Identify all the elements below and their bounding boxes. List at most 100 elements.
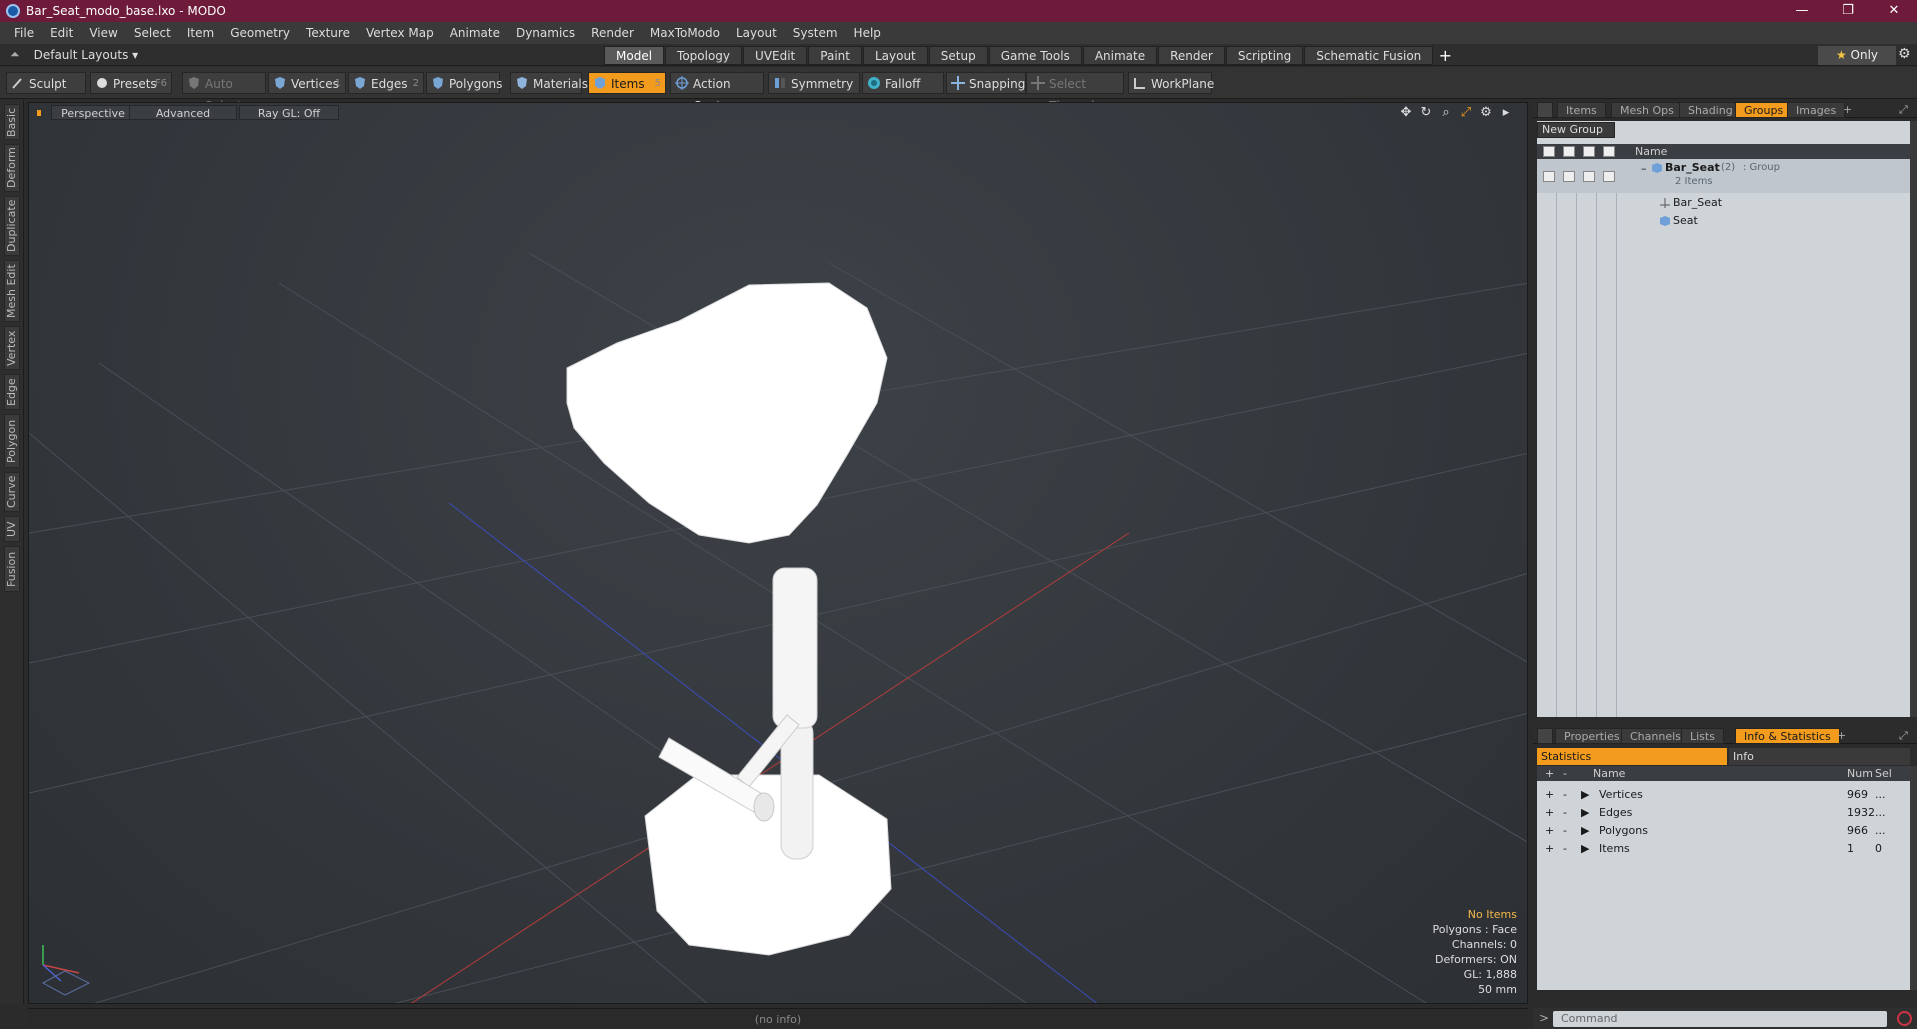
menu-geometry[interactable]: Geometry bbox=[222, 22, 298, 44]
minimize-button[interactable]: — bbox=[1779, 0, 1825, 22]
stat-row[interactable]: + - ▶ Polygons 966 ... bbox=[1537, 822, 1910, 840]
workplane-button[interactable]: WorkPlane bbox=[1128, 72, 1214, 94]
render-toggle-icon[interactable] bbox=[1563, 171, 1575, 182]
group-child-row[interactable]: Seat bbox=[1537, 212, 1910, 230]
command-input[interactable]: Command bbox=[1553, 1011, 1887, 1027]
tab-shading[interactable]: Shading bbox=[1679, 102, 1742, 118]
tab-channels[interactable]: Channels bbox=[1621, 728, 1690, 744]
menu-edit[interactable]: Edit bbox=[42, 22, 81, 44]
groups-scrollbar[interactable] bbox=[1910, 121, 1917, 717]
snapping-button[interactable]: Snapping bbox=[946, 72, 1026, 94]
falloff-button[interactable]: Falloff bbox=[862, 72, 944, 94]
menu-maxtomodo[interactable]: MaxToModo bbox=[642, 22, 728, 44]
menu-system[interactable]: System bbox=[785, 22, 846, 44]
select-column-icon[interactable] bbox=[1603, 146, 1615, 157]
panel-maximize-icon[interactable]: ⤢ bbox=[1891, 102, 1916, 118]
menu-view[interactable]: View bbox=[81, 22, 125, 44]
tab-scripting[interactable]: Scripting bbox=[1225, 46, 1304, 65]
row-expand-icon[interactable]: ▶ bbox=[1581, 824, 1589, 837]
tab-game-tools[interactable]: Game Tools bbox=[988, 46, 1082, 65]
viewport-more-icon[interactable]: ▸ bbox=[1499, 105, 1513, 120]
tab-deform[interactable]: Deform bbox=[4, 144, 20, 192]
tab-vertex[interactable]: Vertex bbox=[4, 326, 20, 370]
tab-render[interactable]: Render bbox=[1158, 46, 1225, 65]
tab-duplicate[interactable]: Duplicate bbox=[4, 196, 20, 256]
menu-animate[interactable]: Animate bbox=[442, 22, 508, 44]
group-child-row[interactable]: Bar_Seat bbox=[1537, 194, 1910, 212]
tab-uv[interactable]: UV bbox=[4, 516, 20, 542]
lock-toggle-icon[interactable] bbox=[1583, 171, 1595, 182]
select-through-button[interactable]: Select Through bbox=[1026, 72, 1124, 113]
tab-topology[interactable]: Topology bbox=[665, 46, 743, 65]
perspective-button[interactable]: Perspective bbox=[51, 105, 135, 120]
only-toggle[interactable]: ★ Only bbox=[1818, 46, 1896, 65]
stat-row[interactable]: + - ▶ Edges 1932 ... bbox=[1537, 804, 1910, 822]
menu-item[interactable]: Item bbox=[179, 22, 222, 44]
eye-icon[interactable] bbox=[1543, 171, 1555, 182]
layouts-dropdown[interactable]: ⏶ Default Layouts ▾ bbox=[10, 47, 138, 62]
menu-dynamics[interactable]: Dynamics bbox=[508, 22, 583, 44]
stats-scrollbar[interactable] bbox=[1910, 766, 1917, 990]
menu-layout[interactable]: Layout bbox=[728, 22, 785, 44]
menu-help[interactable]: Help bbox=[846, 22, 889, 44]
viewport-settings-icon[interactable]: ⚙ bbox=[1479, 105, 1493, 120]
tab-fusion[interactable]: Fusion bbox=[4, 546, 20, 592]
menu-file[interactable]: File bbox=[6, 22, 42, 44]
collapse-icon[interactable]: ⏶ bbox=[10, 47, 20, 62]
pan-icon[interactable]: ✥ bbox=[1399, 105, 1413, 120]
add-tab-button[interactable]: + bbox=[1434, 46, 1456, 65]
menu-render[interactable]: Render bbox=[583, 22, 642, 44]
tab-paint[interactable]: Paint bbox=[808, 46, 862, 65]
viewport-menu-dot[interactable] bbox=[37, 110, 41, 116]
visibility-column-icon[interactable] bbox=[1543, 146, 1555, 157]
tab-groups[interactable]: Groups bbox=[1735, 102, 1793, 118]
row-add-icon[interactable]: + bbox=[1545, 806, 1554, 819]
tab-model[interactable]: Model bbox=[604, 46, 665, 65]
record-macro-icon[interactable] bbox=[1897, 1011, 1912, 1026]
tab-schematic-fusion[interactable]: Schematic Fusion bbox=[1304, 46, 1434, 65]
row-add-icon[interactable]: + bbox=[1545, 842, 1554, 855]
group-expand-icon[interactable]: – bbox=[1641, 162, 1647, 175]
row-remove-icon[interactable]: - bbox=[1563, 842, 1567, 855]
maximize-viewport-icon[interactable]: ⤢ bbox=[1459, 105, 1473, 120]
row-add-icon[interactable]: + bbox=[1545, 788, 1554, 801]
tab-uvedit[interactable]: UVEdit bbox=[743, 46, 808, 65]
tab-mesh-edit[interactable]: Mesh Edit bbox=[4, 260, 20, 322]
new-group-button[interactable]: New Group bbox=[1537, 122, 1615, 138]
tab-info-statistics[interactable]: Info & Statistics bbox=[1735, 728, 1840, 744]
row-expand-icon[interactable]: ▶ bbox=[1581, 842, 1589, 855]
menu-select[interactable]: Select bbox=[126, 22, 179, 44]
items-button[interactable]: Items 5 bbox=[588, 72, 666, 94]
auto-select-button[interactable]: Auto Select bbox=[182, 72, 266, 113]
tab-statistics[interactable]: Statistics bbox=[1537, 748, 1727, 765]
render-column-icon[interactable] bbox=[1563, 146, 1575, 157]
maximize-button[interactable]: ❐ bbox=[1825, 0, 1871, 22]
edges-button[interactable]: Edges 2 bbox=[348, 72, 424, 94]
presets-button[interactable]: Presets F6 bbox=[90, 72, 172, 94]
tab-polygon[interactable]: Polygon bbox=[4, 414, 20, 468]
menu-vertex-map[interactable]: Vertex Map bbox=[358, 22, 442, 44]
panel-maximize-icon[interactable]: ⤢ bbox=[1891, 728, 1916, 744]
add-panel-tab-button[interactable]: + bbox=[1829, 728, 1854, 744]
raygl-button[interactable]: Ray GL: Off bbox=[239, 105, 339, 120]
close-button[interactable]: ✕ bbox=[1871, 0, 1917, 22]
gear-icon[interactable]: ⚙ bbox=[1898, 46, 1911, 62]
tab-lists[interactable]: Lists bbox=[1681, 728, 1724, 744]
menu-texture[interactable]: Texture bbox=[298, 22, 358, 44]
tab-animate[interactable]: Animate bbox=[1082, 46, 1158, 65]
tab-mesh-ops[interactable]: Mesh Ops bbox=[1611, 102, 1683, 118]
row-add-icon[interactable]: + bbox=[1545, 824, 1554, 837]
add-panel-tab-button[interactable]: + bbox=[1835, 102, 1860, 118]
vertices-button[interactable]: Vertices 1 bbox=[268, 72, 346, 94]
group-row[interactable]: – Bar_Seat (2) : Group 2 Items bbox=[1537, 159, 1910, 193]
row-expand-icon[interactable]: ▶ bbox=[1581, 788, 1589, 801]
stat-row[interactable]: + - ▶ Items 1 0 bbox=[1537, 840, 1910, 858]
tab-info[interactable]: Info bbox=[1729, 748, 1910, 765]
sculpt-button[interactable]: Sculpt bbox=[6, 72, 86, 94]
tab-edge[interactable]: Edge bbox=[4, 374, 20, 410]
symmetry-button[interactable]: Symmetry bbox=[768, 72, 860, 94]
row-remove-icon[interactable]: - bbox=[1563, 788, 1567, 801]
tab-basic[interactable]: Basic bbox=[4, 104, 20, 140]
tab-items[interactable]: Items bbox=[1557, 102, 1606, 118]
zoom-icon[interactable]: ⌕ bbox=[1439, 105, 1453, 120]
